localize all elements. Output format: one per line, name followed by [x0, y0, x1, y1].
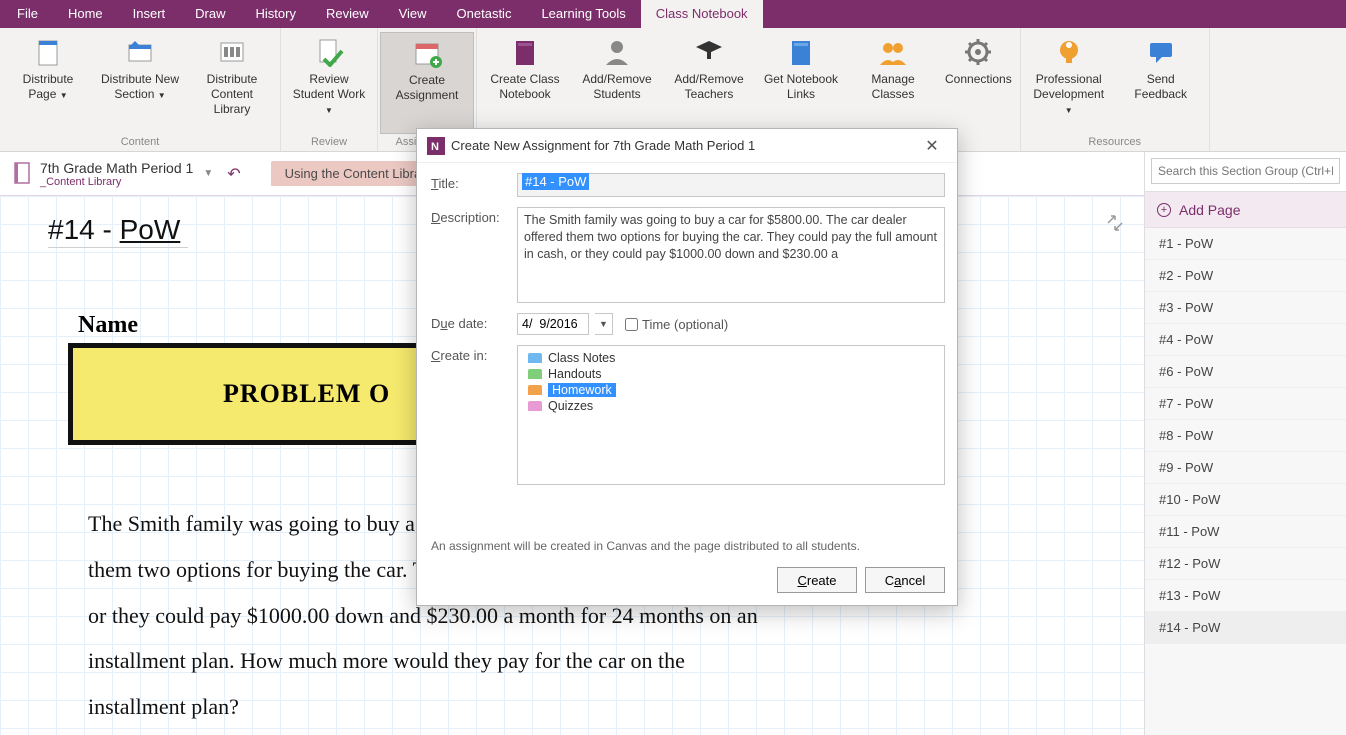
- add-students-button[interactable]: Add/Remove Students: [571, 32, 663, 134]
- distribute-page-button[interactable]: Distribute Page ▼: [2, 32, 94, 134]
- menu-draw[interactable]: Draw: [180, 0, 240, 28]
- menu-onetastic[interactable]: Onetastic: [442, 0, 527, 28]
- dialog-titlebar: N Create New Assignment for 7th Grade Ma…: [417, 129, 957, 163]
- page-list-item[interactable]: #14 - PoW: [1145, 612, 1346, 644]
- section-tab-icon: [528, 369, 542, 379]
- section-tab-icon: [528, 353, 542, 363]
- date-dropdown-button[interactable]: ▼: [595, 313, 613, 335]
- menu-bar: FileHomeInsertDrawHistoryReviewViewOneta…: [0, 0, 1346, 28]
- section-tab-icon: [528, 385, 542, 395]
- ribbon-group-label: Content: [2, 134, 278, 151]
- distribute-library-button[interactable]: Distribute Content Library: [186, 32, 278, 134]
- folder-handouts[interactable]: Handouts: [526, 366, 936, 382]
- manage-classes-button[interactable]: Manage Classes: [847, 32, 939, 134]
- distribute-section-button[interactable]: Distribute New Section ▼: [94, 32, 186, 134]
- page-list-item[interactable]: #6 - PoW: [1145, 356, 1346, 388]
- chevron-down-icon: ▼: [203, 168, 213, 179]
- gear-icon: [962, 36, 994, 68]
- page-list-item[interactable]: #7 - PoW: [1145, 388, 1346, 420]
- menu-review[interactable]: Review: [311, 0, 384, 28]
- ribbon-group-label: Review: [283, 134, 375, 151]
- page-list-item[interactable]: #4 - PoW: [1145, 324, 1346, 356]
- review-work-button[interactable]: Review Student Work ▼: [283, 32, 375, 134]
- folder-class-notes[interactable]: Class Notes: [526, 350, 936, 366]
- book-purple-icon: [509, 36, 541, 68]
- page-list-item[interactable]: #3 - PoW: [1145, 292, 1346, 324]
- page-list-item[interactable]: #9 - PoW: [1145, 452, 1346, 484]
- title-label: Title:: [431, 173, 509, 191]
- dialog-title-text: Create New Assignment for 7th Grade Math…: [451, 138, 755, 153]
- page-list-pane: + Add Page #1 - PoW#2 - PoW#3 - PoW#4 - …: [1144, 152, 1346, 735]
- page-title[interactable]: #14 - PoW: [48, 214, 188, 248]
- menu-history[interactable]: History: [241, 0, 311, 28]
- ribbon-group-label: Resources: [1023, 134, 1207, 151]
- connections-button[interactable]: Connections: [939, 32, 1018, 134]
- page-check-icon: [313, 36, 345, 68]
- book-blue-icon: [785, 36, 817, 68]
- page-list-item[interactable]: #2 - PoW: [1145, 260, 1346, 292]
- page-blue-icon: [32, 36, 64, 68]
- ribbon-group-resources: Professional Development ▼Send FeedbackR…: [1021, 28, 1210, 151]
- ribbon-group-review: Review Student Work ▼Review: [281, 28, 378, 151]
- add-page-button[interactable]: + Add Page: [1145, 192, 1346, 228]
- page-list: #1 - PoW#2 - PoW#3 - PoW#4 - PoW#6 - PoW…: [1145, 228, 1346, 735]
- chat-icon: [1145, 36, 1177, 68]
- page-list-item[interactable]: #13 - PoW: [1145, 580, 1346, 612]
- head-icon: [1053, 36, 1085, 68]
- page-list-item[interactable]: #11 - PoW: [1145, 516, 1346, 548]
- menu-file[interactable]: File: [2, 0, 53, 28]
- person-icon: [601, 36, 633, 68]
- section-blue-icon: [124, 36, 156, 68]
- page-list-item[interactable]: #1 - PoW: [1145, 228, 1346, 260]
- send-feedback-button[interactable]: Send Feedback: [1115, 32, 1207, 134]
- menu-insert[interactable]: Insert: [118, 0, 181, 28]
- description-label: Description:: [431, 207, 509, 225]
- notebook-subtitle: _Content Library: [40, 176, 193, 188]
- notebook-title: 7th Grade Math Period 1: [40, 160, 193, 176]
- notebook-icon: [12, 161, 34, 187]
- ribbon-group-content: Distribute Page ▼Distribute New Section …: [0, 28, 281, 151]
- menu-home[interactable]: Home: [53, 0, 118, 28]
- title-input[interactable]: #14 - PoW: [517, 173, 945, 197]
- grad-icon: [693, 36, 725, 68]
- plus-icon: +: [1157, 203, 1171, 217]
- add-teachers-button[interactable]: Add/Remove Teachers: [663, 32, 755, 134]
- search-input[interactable]: [1151, 158, 1340, 184]
- close-button[interactable]: ✕: [917, 131, 947, 161]
- time-checkbox[interactable]: [625, 318, 638, 331]
- folder-homework[interactable]: Homework: [526, 382, 936, 398]
- page-list-item[interactable]: #10 - PoW: [1145, 484, 1346, 516]
- calendar-plus-icon: [411, 37, 443, 69]
- menu-learning-tools[interactable]: Learning Tools: [526, 0, 640, 28]
- create-assignment-button[interactable]: Create Assignment: [380, 32, 474, 134]
- page-list-item[interactable]: #12 - PoW: [1145, 548, 1346, 580]
- create-in-label: Create in:: [431, 345, 509, 363]
- create-button[interactable]: Create: [777, 567, 857, 593]
- due-date-input[interactable]: [517, 313, 589, 335]
- library-icon: [216, 36, 248, 68]
- create-in-tree[interactable]: Class NotesHandoutsHomeworkQuizzes: [517, 345, 945, 485]
- menu-class-notebook[interactable]: Class Notebook: [641, 0, 763, 28]
- menu-view[interactable]: View: [384, 0, 442, 28]
- create-assignment-dialog: N Create New Assignment for 7th Grade Ma…: [416, 128, 958, 606]
- folder-quizzes[interactable]: Quizzes: [526, 398, 936, 414]
- due-date-label: Due date:: [431, 313, 509, 331]
- notebook-picker[interactable]: 7th Grade Math Period 1 _Content Library…: [6, 158, 219, 190]
- onenote-icon: N: [427, 137, 445, 155]
- create-class-button[interactable]: Create Class Notebook: [479, 32, 571, 134]
- svg-text:N: N: [431, 141, 439, 153]
- dialog-note: An assignment will be created in Canvas …: [431, 535, 945, 553]
- section-tab-icon: [528, 401, 542, 411]
- undo-icon[interactable]: ↶: [227, 164, 240, 184]
- description-input[interactable]: The Smith family was going to buy a car …: [517, 207, 945, 303]
- notebook-links-button[interactable]: Get Notebook Links: [755, 32, 847, 134]
- time-checkbox-label[interactable]: Time (optional): [625, 317, 728, 332]
- people-icon: [877, 36, 909, 68]
- search-row: [1145, 152, 1346, 192]
- cancel-button[interactable]: Cancel: [865, 567, 945, 593]
- prof-dev-button[interactable]: Professional Development ▼: [1023, 32, 1115, 134]
- page-list-item[interactable]: #8 - PoW: [1145, 420, 1346, 452]
- expand-icon[interactable]: [1106, 214, 1124, 232]
